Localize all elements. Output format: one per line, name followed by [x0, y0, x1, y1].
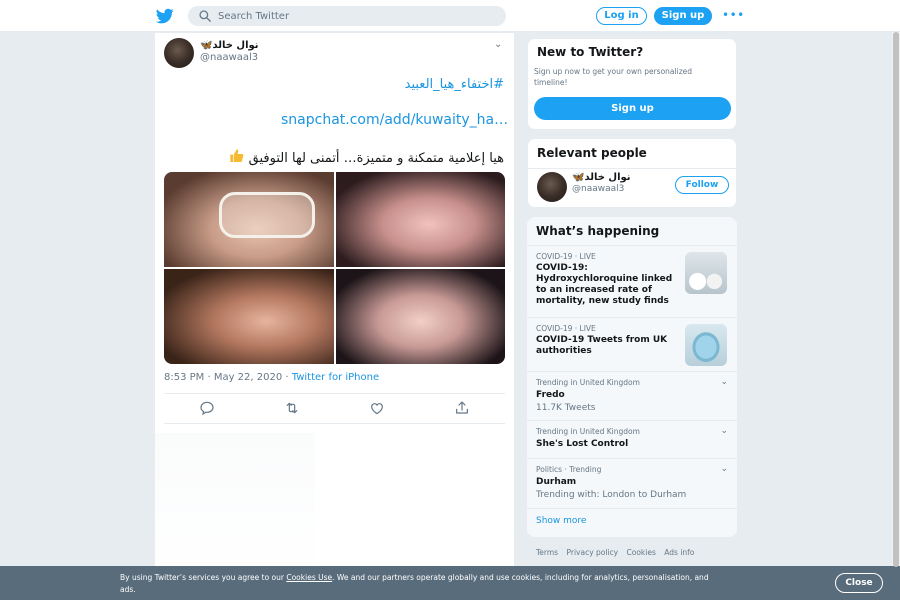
trend-tweet-count: 11.7K Tweets — [536, 403, 596, 413]
footer-link-terms[interactable]: Terms — [536, 548, 558, 557]
show-more-link[interactable]: Show more — [536, 516, 586, 526]
tweet-photo[interactable] — [164, 172, 334, 267]
butterfly-emoji: 🦋 — [200, 40, 213, 51]
more-dots-icon[interactable]: ••• — [722, 7, 744, 25]
whats-happening-card: What’s happening COVID-19 · LIVE COVID-1… — [527, 217, 737, 537]
like-icon[interactable] — [369, 400, 385, 416]
thumbs-up-icon — [229, 149, 243, 162]
chevron-down-icon[interactable]: ⌄ — [720, 464, 728, 474]
trend-context: COVID-19 · LIVE — [536, 252, 596, 261]
cookie-text-start: By using Twitter’s services you agree to… — [120, 573, 287, 582]
trend-context: Trending in United Kingdom — [536, 427, 640, 436]
top-navigation-bar: Log in Sign up ••• — [0, 0, 900, 32]
chevron-down-icon[interactable]: ⌄ — [494, 39, 502, 50]
card-description: Sign up now to get your own personalized… — [534, 67, 693, 87]
reply-icon[interactable] — [199, 400, 215, 416]
tweet-photo[interactable] — [335, 269, 505, 364]
new-to-twitter-card: New to Twitter? Sign up now to get your … — [527, 38, 737, 130]
butterfly-emoji: 🦋 — [572, 172, 585, 183]
cookies-use-link[interactable]: Cookies Use — [286, 573, 332, 582]
trend-image — [685, 252, 727, 294]
footer-link-ads[interactable]: Ads info — [664, 548, 694, 557]
scrollbar-thumb[interactable] — [893, 32, 899, 567]
cookie-consent-bar: By using Twitter’s services you agree to… — [0, 566, 900, 600]
user-name-text: نوال خالد — [212, 40, 259, 51]
snapchat-link[interactable]: snapchat.com/add/kuwaity_ha… — [281, 112, 508, 128]
chevron-down-icon[interactable]: ⌄ — [720, 426, 728, 436]
signup-card-button[interactable]: Sign up — [534, 97, 731, 120]
tweet-detail: 🦋نوال خالد @naawaal3 ⌄ #اختفاء_هيا_العبي… — [155, 33, 514, 600]
trend-title: COVID-19: Hydroxychloroquine linked to a… — [536, 263, 673, 306]
login-button[interactable]: Log in — [596, 7, 647, 25]
relevant-user-name-text: نوال خالد — [584, 172, 631, 183]
chevron-down-icon[interactable]: ⌄ — [720, 377, 728, 387]
divider — [164, 423, 505, 424]
footer-link-privacy[interactable]: Privacy policy — [566, 548, 618, 557]
trend-item[interactable]: Politics · Trending ⌄ Durham Trending wi… — [527, 458, 737, 508]
share-icon[interactable] — [454, 400, 470, 416]
tweet-text: هيا إعلامية متمكنة و متميزة… أتمنى لها ا… — [229, 148, 504, 166]
scrollbar[interactable] — [892, 32, 900, 567]
tweet-timestamp: 8:53 PM · May 22, 2020 · Twitter for iPh… — [164, 372, 379, 383]
trend-context: Politics · Trending — [536, 465, 602, 474]
tweet-media-grid[interactable] — [164, 172, 505, 364]
divider — [528, 168, 736, 169]
trend-item[interactable]: COVID-19 · LIVE COVID-19: Hydroxychloroq… — [527, 245, 737, 317]
trend-context: COVID-19 · LIVE — [536, 324, 596, 333]
relevant-user-handle[interactable]: @naawaal3 — [572, 184, 624, 194]
trend-item[interactable]: Trending in United Kingdom ⌄ Fredo 11.7K… — [527, 371, 737, 419]
retweet-icon[interactable] — [284, 400, 300, 416]
search-box[interactable] — [188, 6, 506, 26]
avatar[interactable] — [164, 38, 194, 68]
tweet-photo[interactable] — [164, 269, 334, 364]
trend-image — [685, 324, 727, 366]
trend-title: Fredo — [536, 390, 565, 400]
timestamp-text: 8:53 PM · May 22, 2020 · — [164, 372, 292, 383]
relevant-user-name[interactable]: 🦋نوال خالد — [572, 172, 631, 183]
user-name[interactable]: 🦋نوال خالد — [200, 40, 259, 51]
search-icon — [199, 10, 211, 22]
trend-title: COVID-19 Tweets from UK authorities — [536, 335, 668, 356]
divider — [164, 393, 505, 394]
footer-link-cookies[interactable]: Cookies — [627, 548, 656, 557]
avatar[interactable] — [537, 172, 567, 202]
trend-item[interactable]: Trending in United Kingdom ⌄ She's Lost … — [527, 420, 737, 458]
tweet-photo[interactable] — [335, 172, 505, 267]
card-title: Relevant people — [537, 146, 647, 160]
close-button[interactable]: Close — [835, 573, 883, 593]
footer-links: Terms Privacy policy Cookies Ads info — [536, 548, 700, 557]
divider — [527, 508, 737, 509]
hashtag-link[interactable]: #اختفاء_هيا_العبيد — [405, 77, 504, 92]
signup-button[interactable]: Sign up — [654, 7, 712, 25]
trend-context: Trending in United Kingdom — [536, 378, 640, 387]
relevant-people-card: Relevant people 🦋نوال خالد @naawaal3 Fol… — [527, 138, 737, 208]
follow-button[interactable]: Follow — [675, 176, 729, 194]
trend-item[interactable]: COVID-19 · LIVE COVID-19 Tweets from UK … — [527, 317, 737, 371]
tweet-text-body: هيا إعلامية متمكنة و متميزة… أتمنى لها ا… — [248, 151, 504, 166]
user-handle[interactable]: @naawaal3 — [200, 52, 258, 63]
trend-title: She's Lost Control — [536, 439, 629, 449]
trend-title: Durham — [536, 477, 577, 487]
tweet-source-link[interactable]: Twitter for iPhone — [292, 372, 379, 383]
search-input[interactable] — [218, 6, 498, 26]
card-title: What’s happening — [536, 224, 660, 238]
twitter-bird-icon[interactable] — [156, 7, 174, 25]
blurred-content — [155, 433, 315, 583]
cookie-text: By using Twitter’s services you agree to… — [120, 572, 720, 596]
card-title: New to Twitter? — [537, 45, 644, 59]
trend-related: Trending with: London to Durham — [536, 490, 687, 500]
